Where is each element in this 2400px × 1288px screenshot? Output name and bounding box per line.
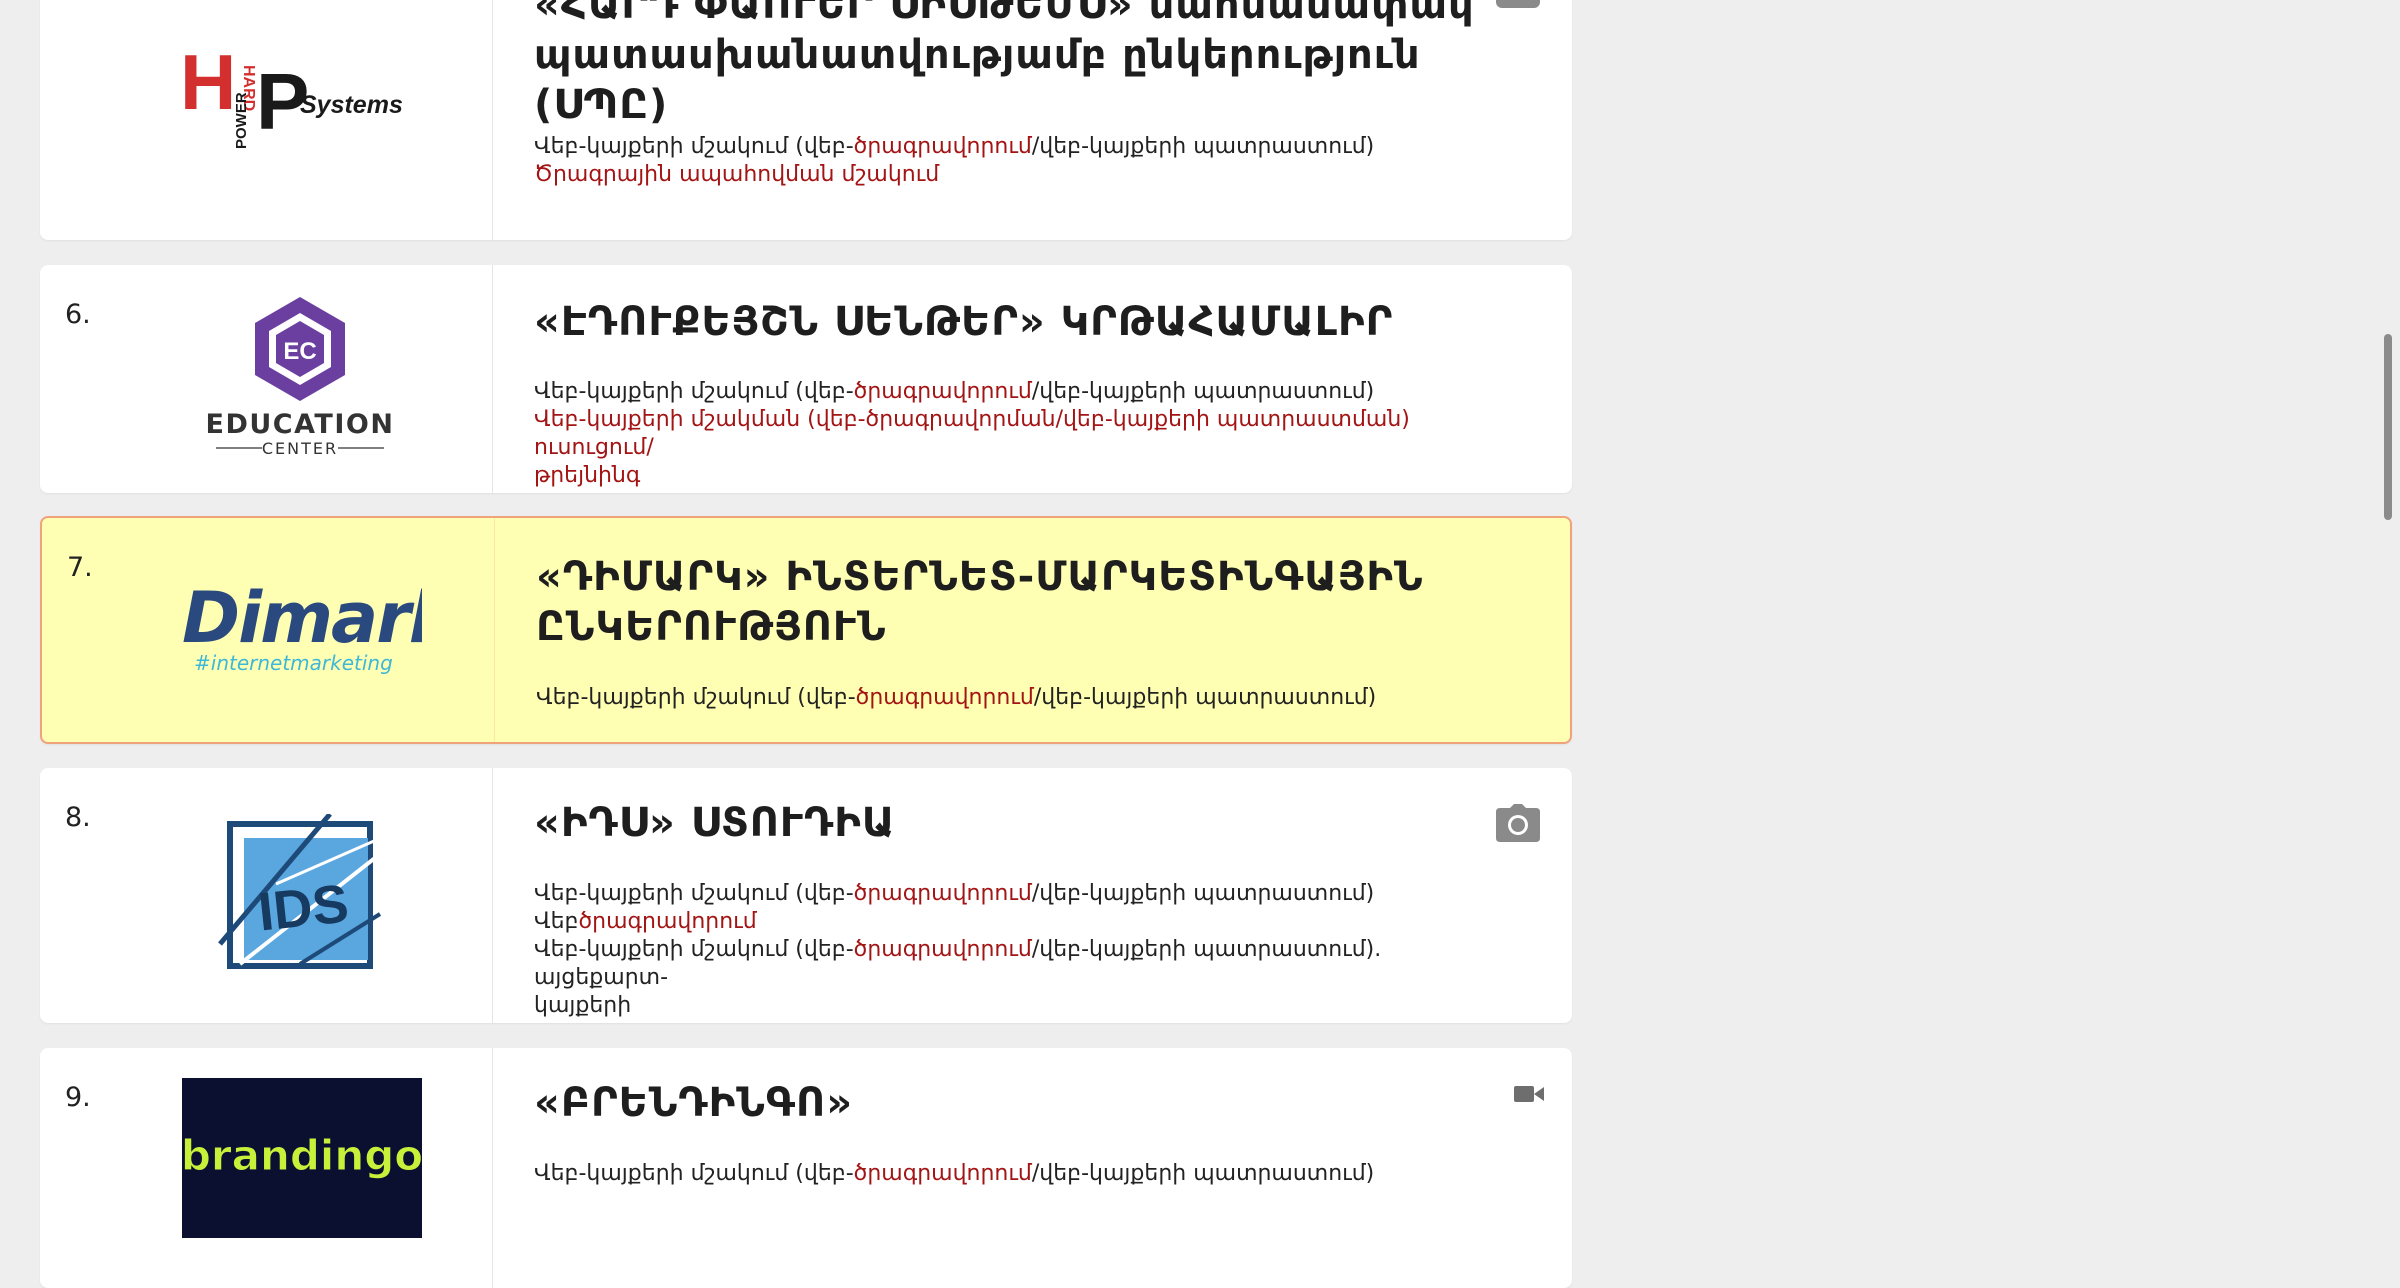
title-line: ԸՆԿԵՐՈՒԹՅՈՒՆ [536, 604, 887, 650]
video-camera-icon[interactable] [1514, 1084, 1544, 1108]
title-line: «ԴԻՄԱՐԿ» ԻՆՏԵՐՆԵՏ-ՄԱՐԿԵՏԻՆԳԱՅԻՆ [536, 554, 1424, 600]
svg-text:H: H [180, 38, 236, 126]
service-line: Վեբ-կայքերի մշակում (վեբ-ծրագրավորում/վե… [534, 1161, 1375, 1186]
card-divider [492, 265, 493, 493]
company-card[interactable]: 9. brandingo «ԲՐԵՆԴԻՆԳՈ» Վեբ-կայքերի մշա… [40, 1048, 1572, 1288]
card-divider [492, 768, 493, 1023]
card-divider [492, 0, 493, 240]
service-line: Վեբ-կայքերի մշակում (վեբ-ծրագրավորում/վե… [534, 937, 1382, 990]
title-line: (ՍՊԸ) [534, 82, 669, 128]
company-title[interactable]: «ԷԴՈՒՔԵՅՇՆ ՍԵՆԹԵՐ» ԿՐԹԱՀԱՄԱԼԻՐ [534, 297, 1514, 347]
company-services: Վեբ-կայքերի մշակում (վեբ-ծրագրավորում/վե… [534, 378, 1494, 490]
title-line: «ՀԱՐԴ ՓԱՈՒԵՐ ՍԻՍԹԵՄՍ» սահմանափակ [534, 0, 1475, 28]
title-line: «ԻԴՍ» ՍՏՈՒԴԻԱ [534, 800, 896, 846]
scrollbar-thumb[interactable] [2384, 334, 2392, 520]
company-logo-ids-studio[interactable]: IDS [180, 812, 420, 984]
company-card[interactable]: 8. IDS «ԻԴՍ» ՍՏՈՒԴԻԱ Վեբ-կայքերի մշակում… [40, 768, 1572, 1023]
company-logo-hard-power-systems[interactable]: H HARD POWER P Systems [180, 25, 420, 155]
svg-text:CENTER: CENTER [262, 439, 338, 458]
company-title[interactable]: «ԴԻՄԱՐԿ» ԻՆՏԵՐՆԵՏ-ՄԱՐԿԵՏԻՆԳԱՅԻՆ ԸՆԿԵՐՈՒԹ… [536, 552, 1516, 652]
title-line: «ԲՐԵՆԴԻՆԳՈ» [534, 1080, 854, 1126]
service-line: Վեբ-կայքերի մշակում (վեբ-ծրագրավորում/վե… [534, 881, 1375, 906]
service-line: Վեբ-կայքերի մշակում (վեբ-ծրագրավորում/վե… [536, 685, 1377, 710]
svg-text:Dimark: Dimark [182, 577, 422, 659]
company-services: Վեբ-կայքերի մշակում (վեբ-ծրագրավորում/վե… [534, 1160, 1494, 1188]
card-divider [492, 1048, 493, 1288]
title-line: «ԷԴՈՒՔԵՅՇՆ ՍԵՆԹԵՐ» ԿՐԹԱՀԱՄԱԼԻՐ [534, 299, 1394, 345]
camera-icon[interactable] [1496, 804, 1540, 846]
company-services: Վեբ-կայքերի մշակում (վեբ-ծրագրավորում/վե… [534, 880, 1494, 1020]
company-title[interactable]: «ԻԴՍ» ՍՏՈՒԴԻԱ [534, 798, 1514, 848]
service-line: թրեյնինգ [534, 463, 641, 488]
card-divider [494, 518, 495, 742]
svg-text:brandingo: brandingo [182, 1131, 422, 1180]
service-line: Վեբ-կայքերի մշակում (վեբ-ծրագրավորում/վե… [534, 379, 1375, 404]
company-card[interactable]: 6. EC EDUCATION CENTER «ԷԴՈՒՔԵՅՇՆ ՍԵՆԹԵՐ… [40, 265, 1572, 493]
company-title[interactable]: «ՀԱՐԴ ՓԱՈՒԵՐ ՍԻՍԹԵՄՍ» սահմանափակ պատասխա… [534, 0, 1514, 130]
service-line: Վեբ-կայքերի մշակում (վեբ-ծրագրավորում/վե… [534, 134, 1375, 159]
company-logo-education-center[interactable]: EC EDUCATION CENTER [180, 295, 420, 465]
company-logo-dimark[interactable]: Dimark #internetmarketing [182, 570, 462, 680]
company-logo-brandingo[interactable]: brandingo [180, 1078, 424, 1238]
service-line: Վեբ-կայքերի մշակման (վեբ-ծրագրավորման/վե… [534, 407, 1410, 460]
svg-text:IDS: IDS [255, 873, 351, 942]
svg-text:POWER: POWER [233, 92, 250, 149]
svg-text:EC: EC [283, 338, 316, 365]
item-number: 7. [67, 552, 93, 583]
svg-text:EDUCATION: EDUCATION [206, 409, 395, 440]
company-list: H HARD POWER P Systems «ՀԱՐԴ ՓԱՈՒԵՐ ՍԻՍԹ… [0, 0, 2400, 1288]
item-number: 8. [65, 802, 91, 833]
service-line: Ծրագրային ապահովման մշակում [534, 162, 940, 187]
service-line: Վեբծրագրավորում [534, 909, 757, 934]
company-services: Վեբ-կայքերի մշակում (վեբ-ծրագրավորում/վե… [536, 684, 1496, 712]
service-line: կայքերի [534, 993, 632, 1018]
svg-text:#internetmarketing: #internetmarketing [194, 651, 393, 675]
company-services: Վեբ-կայքերի մշակում (վեբ-ծրագրավորում/վե… [534, 133, 1494, 189]
company-card-highlighted[interactable]: 7. Dimark #internetmarketing «ԴԻՄԱՐԿ» ԻՆ… [40, 516, 1572, 744]
item-number: 6. [65, 299, 91, 330]
company-title[interactable]: «ԲՐԵՆԴԻՆԳՈ» [534, 1078, 1514, 1128]
title-line: պատասխանատվությամբ ընկերություն [534, 32, 1421, 78]
company-card[interactable]: H HARD POWER P Systems «ՀԱՐԴ ՓԱՈՒԵՐ ՍԻՍԹ… [40, 0, 1572, 240]
camera-icon[interactable] [1496, 0, 1540, 14]
item-number: 9. [65, 1082, 91, 1113]
svg-text:Systems: Systems [300, 91, 403, 119]
